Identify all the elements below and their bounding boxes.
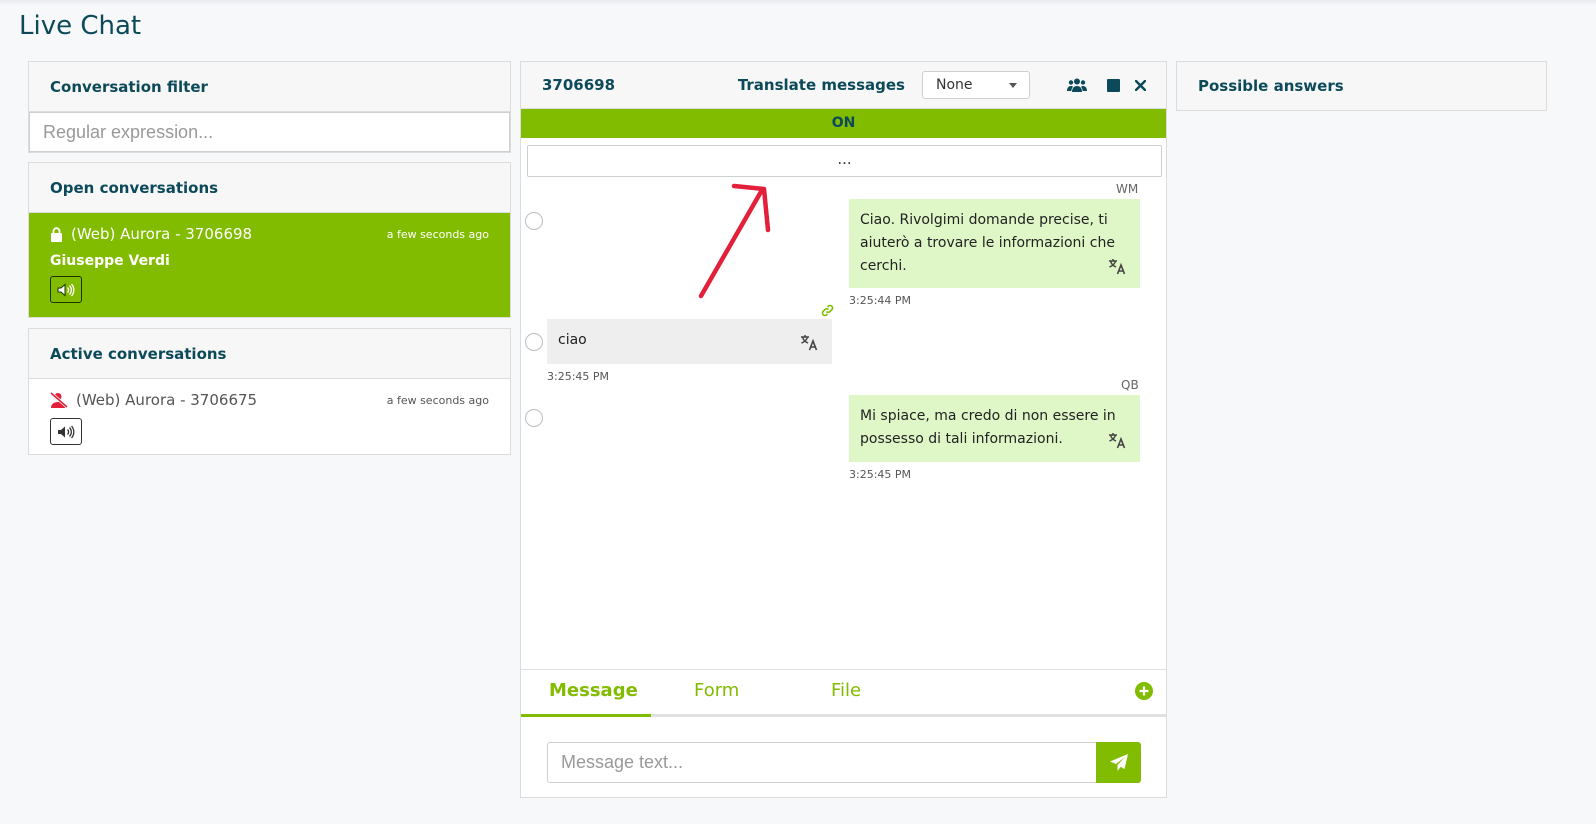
send-button[interactable]	[1096, 742, 1141, 783]
message-text-input[interactable]	[547, 742, 1097, 783]
regex-filter-input[interactable]	[29, 112, 510, 152]
conversation-item-3706698[interactable]: (Web) Aurora - 3706698 a few seconds ago…	[29, 213, 510, 317]
conversation-filter-panel: Conversation filter	[28, 61, 511, 153]
tab-form[interactable]: Form	[694, 680, 739, 701]
chat-panel: 3706698 Translate messages None ON ... W…	[520, 61, 1167, 798]
conversation-filter-title: Conversation filter	[29, 62, 510, 112]
chat-status-bar[interactable]: ON	[521, 109, 1166, 138]
conversation-time: a few seconds ago	[386, 227, 489, 241]
active-tab-indicator	[521, 714, 651, 717]
sound-toggle-button[interactable]	[50, 276, 82, 303]
message-sender: QB	[1121, 378, 1139, 392]
link-icon[interactable]	[821, 304, 834, 317]
annotation-arrow-icon	[698, 183, 771, 299]
stop-icon[interactable]	[1107, 78, 1120, 92]
user-slash-icon	[50, 392, 68, 408]
conversation-user: Giuseppe Verdi	[50, 253, 170, 269]
page-title: Live Chat	[19, 11, 142, 41]
translate-label: Translate messages	[737, 76, 905, 94]
message-bubble: Mi spiace, ma credo di non essere in pos…	[849, 395, 1140, 462]
message-timestamp: 3:25:45 PM	[849, 468, 912, 481]
conversation-name: (Web) Aurora - 3706675	[76, 391, 258, 409]
users-icon[interactable]	[1067, 78, 1087, 92]
chat-header: 3706698 Translate messages None	[521, 62, 1166, 109]
caret-down-icon	[1009, 82, 1017, 88]
tab-message[interactable]: Message	[549, 680, 638, 701]
translate-icon[interactable]	[1108, 258, 1127, 275]
message-text: Ciao. Rivolgimi domande precise, ti aiut…	[860, 212, 1115, 274]
sound-toggle-button[interactable]	[50, 418, 82, 445]
possible-answers-title: Possible answers	[1177, 62, 1546, 110]
message-timestamp: 3:25:45 PM	[547, 370, 610, 383]
conversation-name: (Web) Aurora - 3706698	[71, 225, 253, 243]
message-bubble: ciao	[547, 319, 832, 364]
conversation-item-3706675[interactable]: (Web) Aurora - 3706675 a few seconds ago	[29, 379, 510, 445]
translate-icon[interactable]	[800, 334, 819, 351]
conversation-time: a few seconds ago	[386, 393, 489, 407]
paper-plane-icon	[1109, 753, 1129, 773]
lock-icon	[50, 226, 63, 242]
composer-tabs: Message Form File	[521, 669, 1166, 717]
message-select-radio[interactable]	[525, 333, 543, 351]
translate-icon[interactable]	[1108, 432, 1127, 449]
translate-language-select[interactable]: None	[922, 71, 1030, 99]
message-timestamp: 3:25:44 PM	[849, 294, 912, 307]
translate-selected-value: None	[936, 77, 973, 93]
message-select-radio[interactable]	[525, 212, 543, 230]
top-shade	[0, 0, 1596, 6]
possible-answers-panel: Possible answers	[1176, 61, 1547, 111]
message-text: Mi spiace, ma credo di non essere in pos…	[860, 408, 1116, 447]
message-sender: WM	[1116, 182, 1139, 196]
volume-icon	[57, 425, 75, 439]
message-bubble: Ciao. Rivolgimi domande precise, ti aiut…	[849, 199, 1140, 288]
volume-icon	[57, 282, 75, 297]
chat-id: 3706698	[542, 76, 616, 94]
load-more-button[interactable]: ...	[527, 145, 1162, 177]
open-conversations-title: Open conversations	[29, 163, 510, 213]
message-select-radio[interactable]	[525, 409, 543, 427]
active-conversations-title: Active conversations	[29, 329, 510, 379]
plus-circle-icon[interactable]	[1135, 682, 1153, 704]
message-text: ciao	[558, 332, 587, 348]
close-icon[interactable]	[1135, 79, 1146, 91]
active-conversations-panel: Active conversations (Web) Aurora - 3706…	[28, 328, 511, 455]
open-conversations-panel: Open conversations (Web) Aurora - 370669…	[28, 162, 511, 318]
tab-file[interactable]: File	[831, 680, 861, 701]
